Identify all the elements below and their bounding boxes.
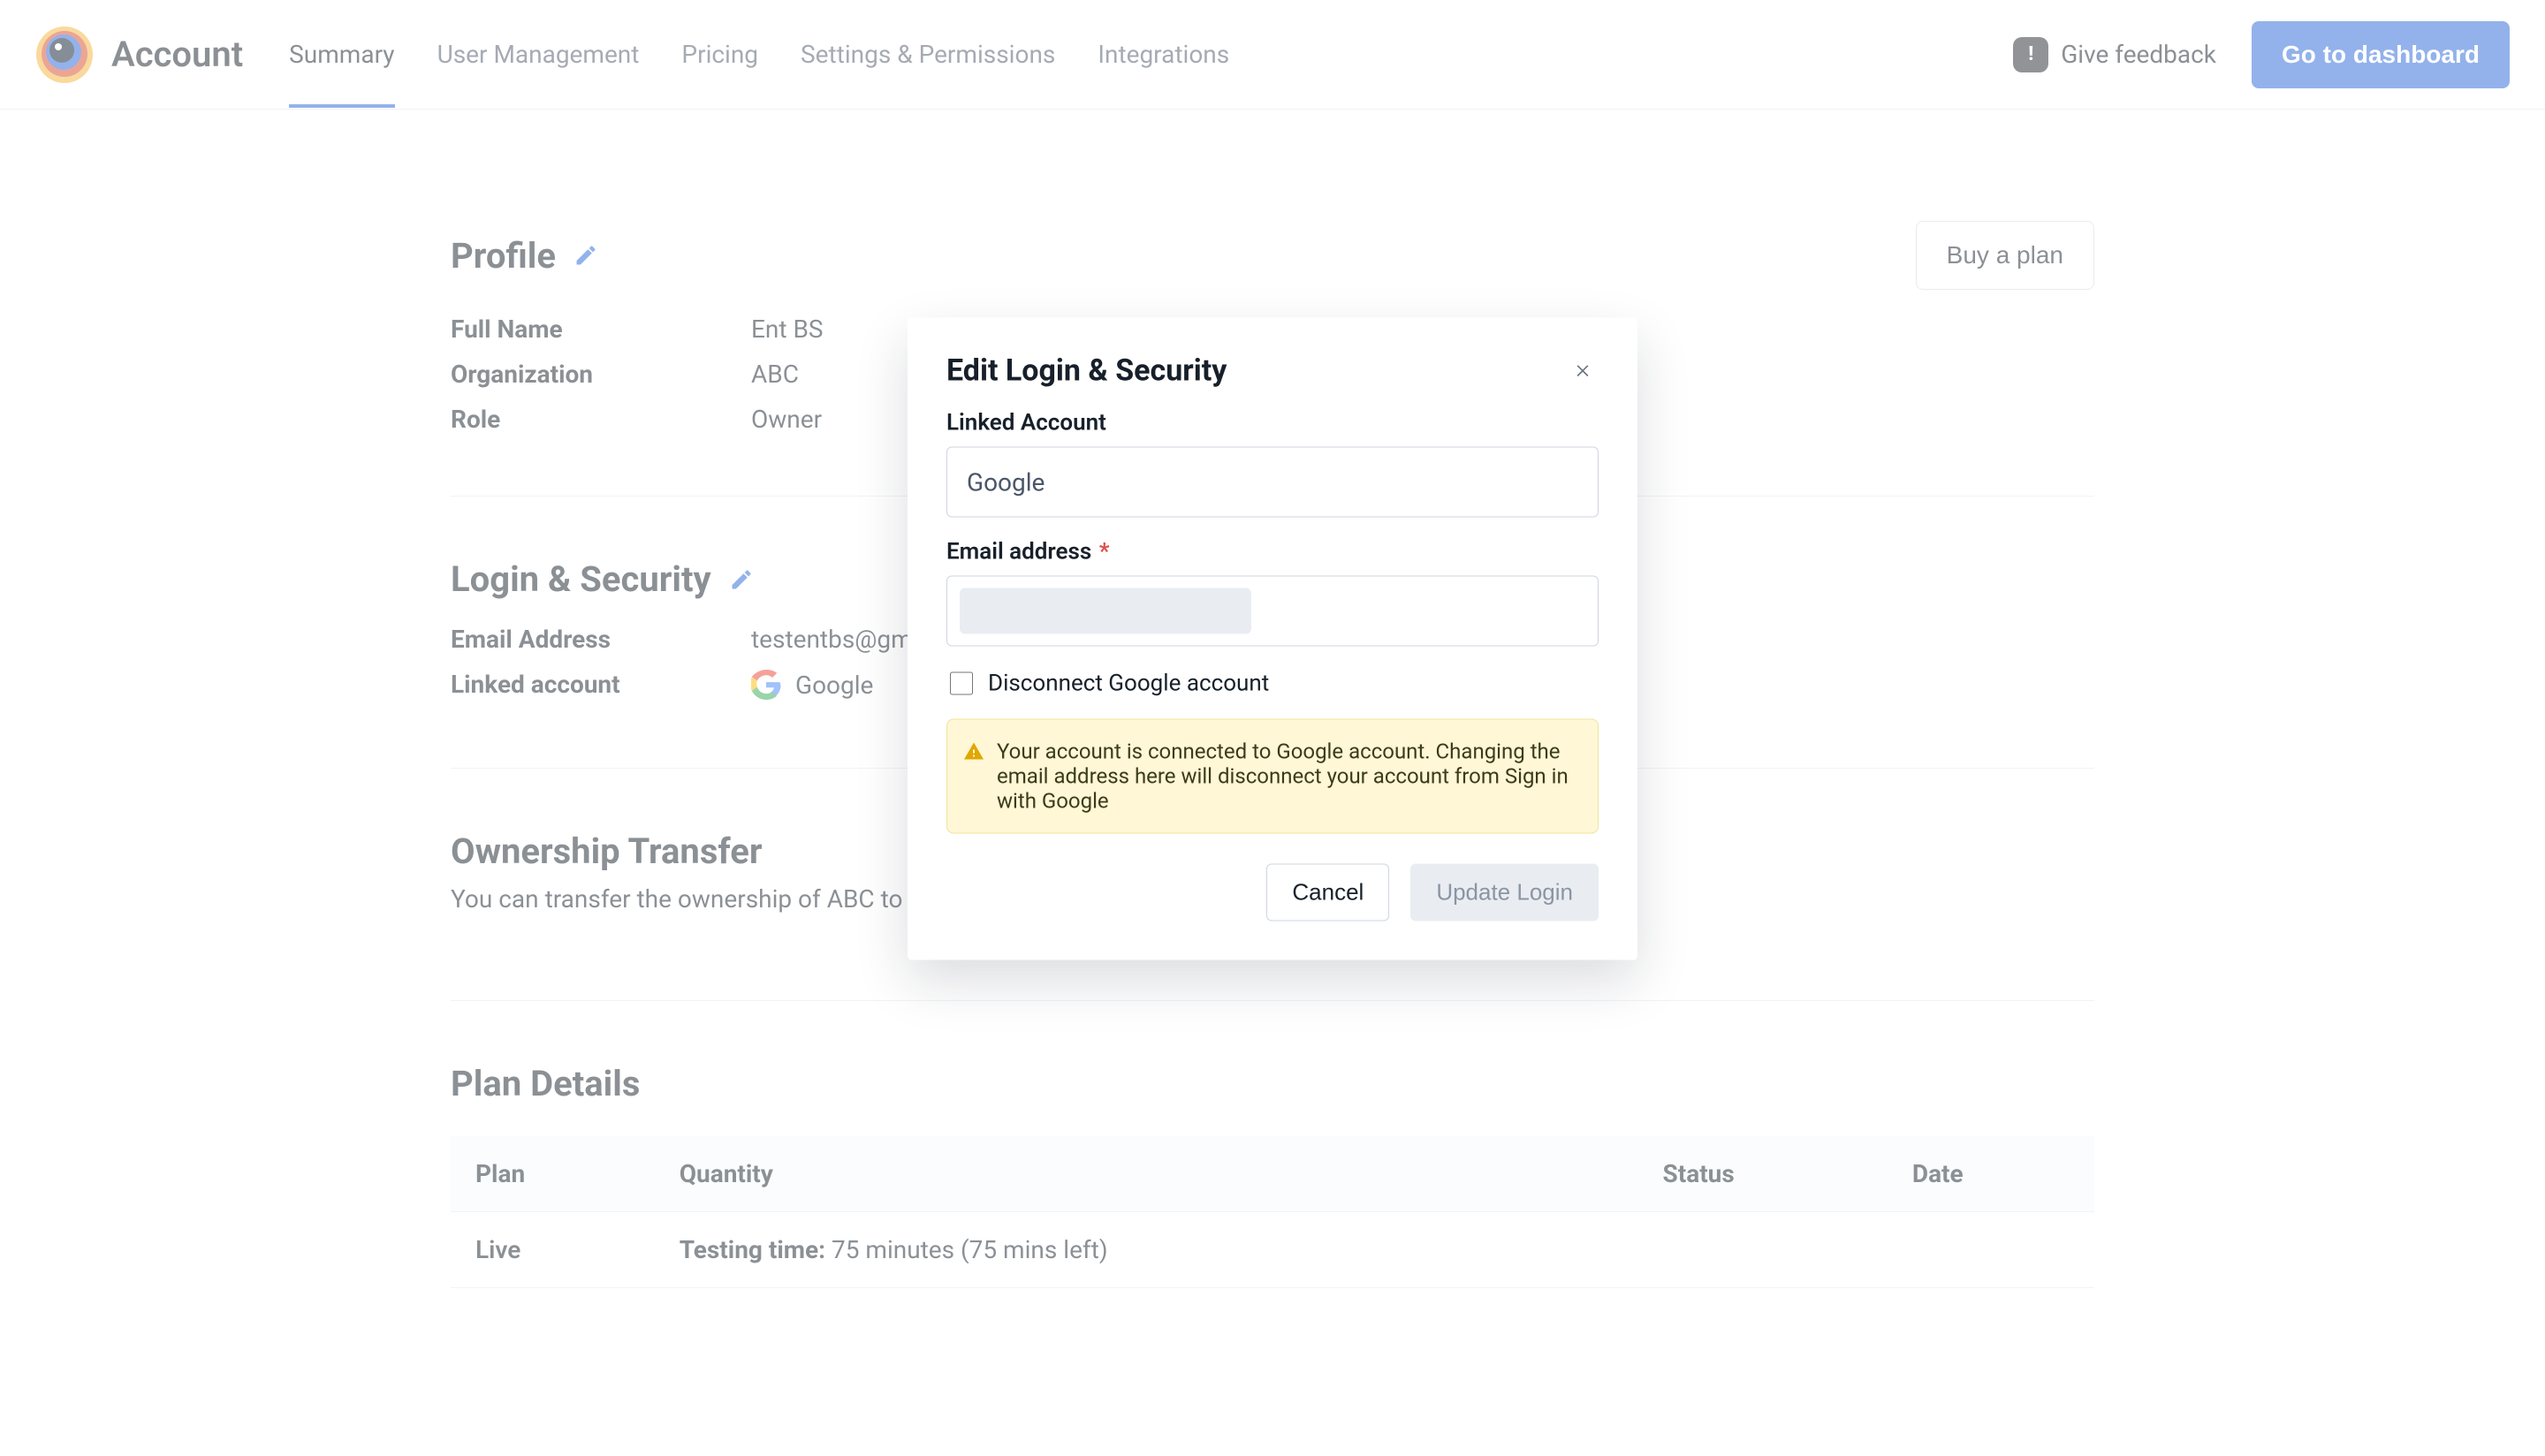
close-icon <box>1574 361 1592 379</box>
warning-icon <box>963 741 984 762</box>
modal-actions: Cancel Update Login <box>946 864 1599 921</box>
modal-title: Edit Login & Security <box>946 353 1227 389</box>
email-address-label-text: Email address <box>946 539 1091 565</box>
update-login-button[interactable]: Update Login <box>1410 864 1599 921</box>
linked-account-readonly-value: Google <box>967 467 1045 497</box>
edit-login-security-modal: Edit Login & Security Linked Account Goo… <box>908 318 1637 960</box>
close-button[interactable] <box>1567 355 1599 387</box>
linked-account-field: Linked Account Google <box>946 410 1599 518</box>
linked-account-label: Linked Account <box>946 410 1599 436</box>
cancel-button[interactable]: Cancel <box>1266 864 1389 921</box>
email-address-field: Email address * <box>946 539 1599 647</box>
email-value-skeleton <box>960 588 1251 634</box>
email-address-label: Email address * <box>946 539 1599 565</box>
required-asterisk: * <box>1099 539 1110 565</box>
warning-banner: Your account is connected to Google acco… <box>946 719 1599 834</box>
disconnect-google-label: Disconnect Google account <box>988 671 1269 697</box>
linked-account-readonly: Google <box>946 447 1599 518</box>
disconnect-google-row[interactable]: Disconnect Google account <box>946 670 1599 698</box>
email-input[interactable] <box>946 576 1599 647</box>
disconnect-google-checkbox[interactable] <box>950 672 973 695</box>
modal-header: Edit Login & Security <box>946 353 1599 389</box>
warning-text: Your account is connected to Google acco… <box>997 739 1569 814</box>
